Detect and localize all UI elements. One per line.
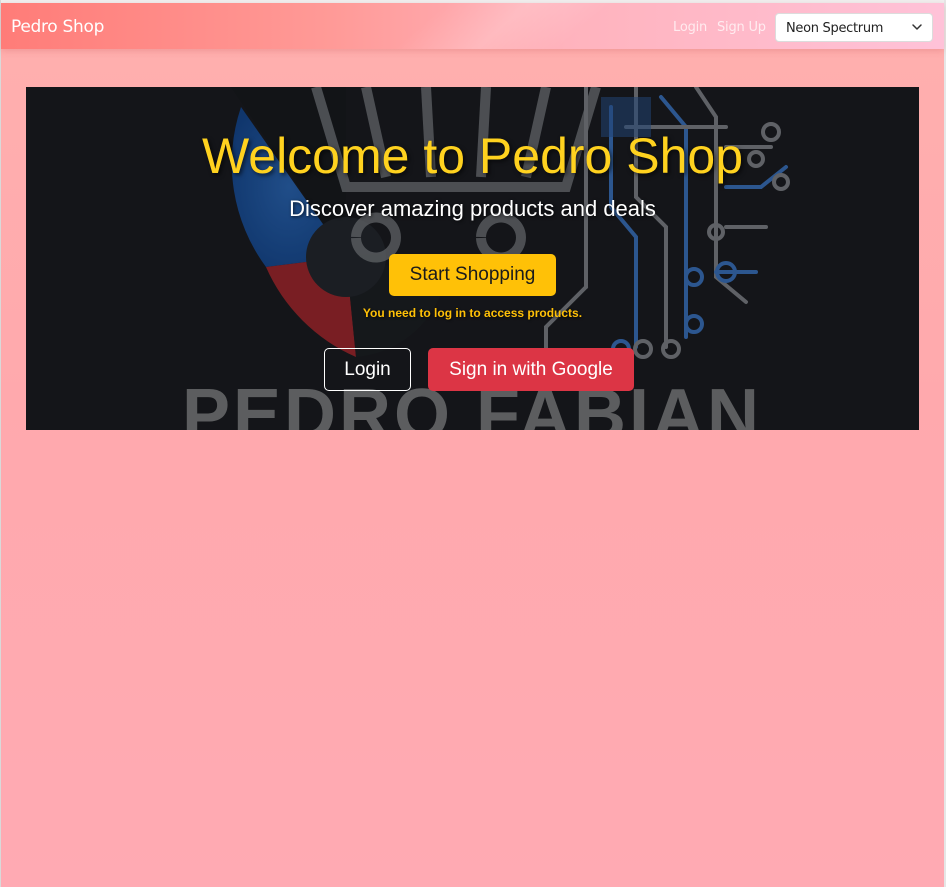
brand-link[interactable]: Pedro Shop — [11, 17, 104, 37]
nav-login-link[interactable]: Login — [673, 20, 707, 35]
nav-signup-link[interactable]: Sign Up — [717, 20, 766, 35]
navbar-gloss — [346, 3, 676, 49]
chevron-down-icon — [912, 24, 922, 30]
top-navbar: Pedro Shop Login Sign Up Neon Spectrum — [1, 3, 944, 49]
hero-title: Welcome to Pedro Shop — [201, 128, 744, 184]
login-required-notice: You need to log in to access products. — [362, 306, 583, 320]
login-button[interactable]: Login — [324, 348, 411, 391]
start-shopping-button[interactable]: Start Shopping — [389, 254, 556, 296]
theme-select[interactable]: Neon Spectrum — [775, 13, 933, 42]
google-signin-button[interactable]: Sign in with Google — [428, 348, 634, 391]
theme-select-value: Neon Spectrum — [786, 21, 884, 36]
window-left-edge — [0, 0, 1, 887]
hero-subtitle: Discover amazing products and deals — [289, 196, 656, 221]
hero-banner: PEDRO FABIAN Welcome to Pedro Shop Disco… — [26, 87, 919, 430]
